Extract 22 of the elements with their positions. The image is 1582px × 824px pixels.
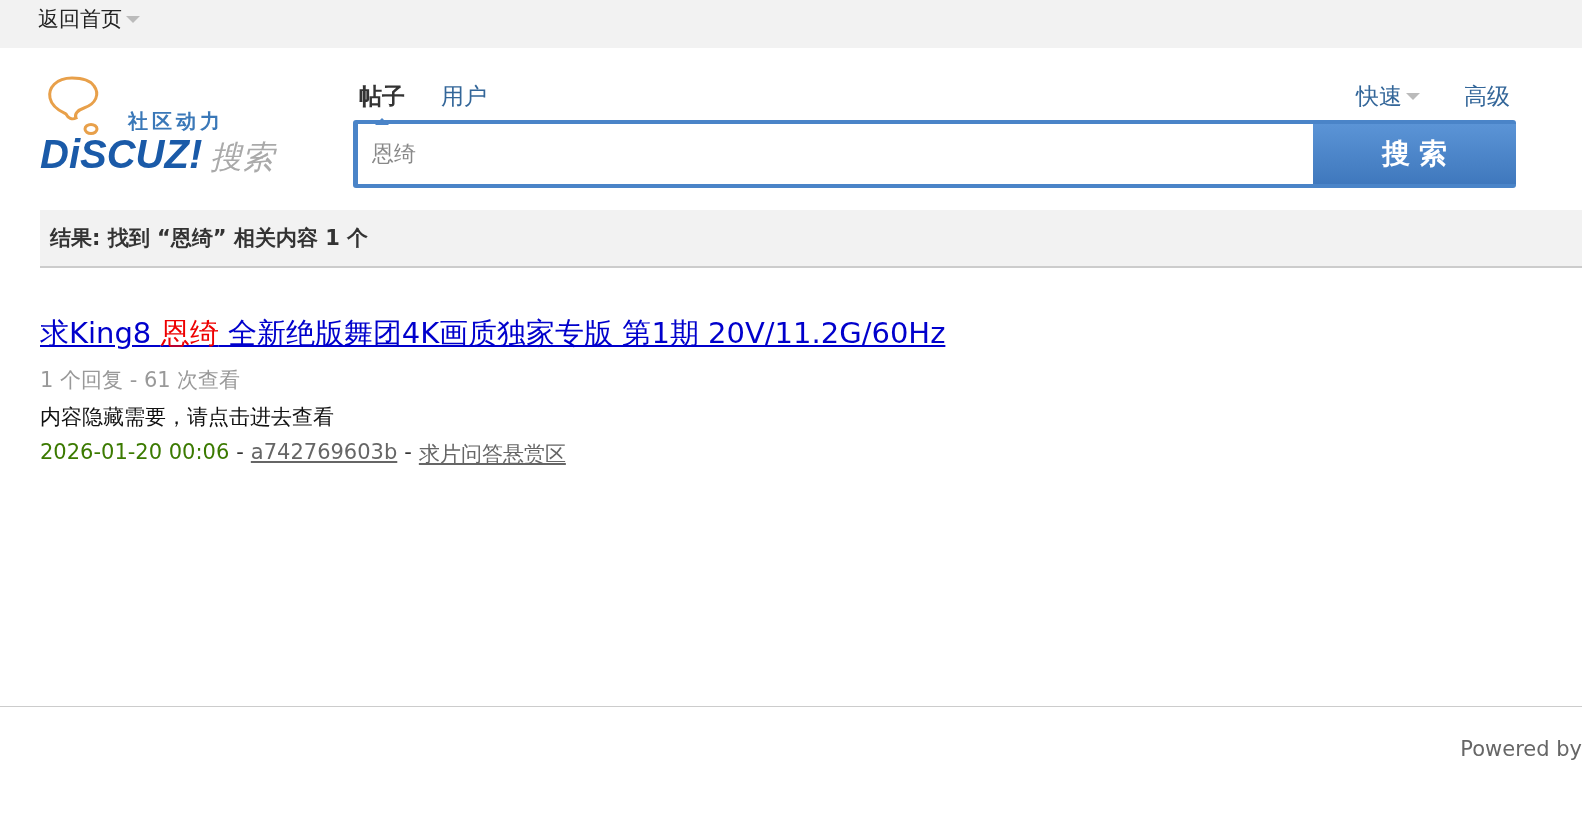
forum-link[interactable]: 求片问答悬赏区 xyxy=(418,440,566,468)
result-summary: 内容隐藏需要，请点击进去查看 xyxy=(40,404,335,431)
quick-search-dropdown[interactable]: 快速 xyxy=(1356,81,1420,111)
search-field[interactable]: 恩绮 xyxy=(358,124,1313,184)
separator: - xyxy=(236,440,244,466)
home-link[interactable]: 返回首页 xyxy=(38,5,140,33)
result-stats: 1 个回复 - 61 次查看 xyxy=(40,367,242,394)
advanced-search-link[interactable]: 高级 xyxy=(1464,81,1510,111)
results-header: 结果: 找到 “恩绮” 相关内容 1 个 xyxy=(40,210,1582,268)
search-tab[interactable]: 用户 xyxy=(441,83,487,109)
caret-icon xyxy=(126,15,140,23)
search-tab[interactable]: 帖子 xyxy=(359,83,405,109)
result-title-link[interactable]: 求King8 恩绮 全新绝版舞团4K画质独家专版 第1期 20V/11.2G/60Hz xyxy=(40,316,946,350)
author-link[interactable]: a742769603b xyxy=(250,440,398,468)
search-button[interactable]: 搜 索 xyxy=(1313,124,1516,184)
caret-icon xyxy=(1406,92,1420,100)
powered-by-text: Powered by xyxy=(1460,737,1582,761)
logo-suffix: 搜索 xyxy=(210,137,275,178)
post-date: 2026-01-20 00:06 xyxy=(40,440,230,466)
logo-tagline: 社区动力 xyxy=(128,108,224,135)
separator: - xyxy=(404,440,412,466)
logo-brand: DiSCUZ! xyxy=(40,132,203,176)
